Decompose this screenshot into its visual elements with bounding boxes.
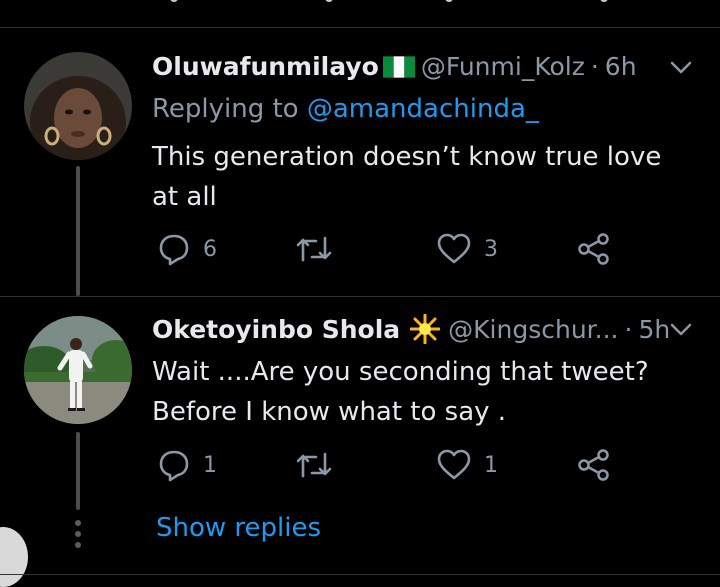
tweet-text: This generation doesn’t know true love a… (152, 142, 662, 212)
reply-button[interactable]: 1 (157, 448, 217, 482)
replying-to-label: Replying to (152, 94, 299, 124)
share-icon (578, 449, 609, 481)
retweet-icon (296, 452, 332, 478)
avatar[interactable] (24, 52, 132, 160)
like-button[interactable]: 1 (436, 448, 498, 482)
tweet-text-line: Wait ....Are you seconding that tweet? (152, 357, 649, 387)
reply-icon (159, 450, 189, 482)
floating-button-fragment[interactable] (0, 527, 28, 587)
heart-icon (437, 233, 471, 264)
reply-count: 6 (203, 236, 217, 262)
replying-to: Replying to @amandachinda_ (152, 94, 539, 124)
user-handle[interactable]: @Funmi_Kolz (421, 52, 585, 81)
reply-icon (159, 234, 189, 266)
share-icon (578, 233, 609, 265)
timestamp[interactable]: 5h (638, 315, 670, 344)
divider (0, 27, 720, 28)
sparkle-star-icon (410, 314, 441, 344)
retweet-icon (296, 236, 332, 262)
thread-line (76, 432, 80, 510)
divider (0, 296, 720, 297)
show-replies-link[interactable]: Show replies (156, 513, 321, 543)
retweet-button[interactable] (295, 232, 345, 266)
heart-icon (437, 449, 471, 480)
share-button[interactable] (576, 232, 612, 266)
divider (0, 574, 720, 575)
tweet-text: Wait ....Are you seconding that tweet? B… (152, 352, 692, 432)
nigeria-flag-icon (382, 55, 415, 78)
user-handle[interactable]: @Kingschur... (448, 315, 618, 344)
like-count: 1 (484, 452, 498, 478)
separator: · (624, 314, 633, 344)
chevron-down-icon[interactable] (670, 61, 692, 75)
reply-count: 1 (203, 452, 217, 478)
avatar[interactable] (24, 316, 132, 424)
tweet-header: Oluwafunmilayo @Funmi_Kolz · 6h (152, 52, 637, 81)
previous-tweet-actions-fragment (0, 0, 720, 6)
separator: · (590, 52, 599, 81)
like-button[interactable]: 3 (436, 232, 498, 266)
chevron-down-icon[interactable] (670, 323, 692, 337)
retweet-button[interactable] (295, 448, 345, 482)
more-replies-dots (75, 520, 81, 553)
tweet-header: Oketoyinbo Shola @Kingschur... · 5h (152, 314, 670, 344)
display-name[interactable]: Oluwafunmilayo (152, 52, 379, 81)
tweet-actions: 6 3 (152, 232, 632, 272)
timestamp[interactable]: 6h (605, 52, 637, 81)
display-name[interactable]: Oketoyinbo Shola (152, 315, 400, 344)
share-button[interactable] (576, 448, 612, 482)
tweet-actions: 1 1 (152, 448, 632, 488)
thread-line (76, 166, 80, 296)
replying-to-link[interactable]: @amandachinda_ (307, 94, 539, 124)
tweet-text-line: Before I know what to say . (152, 397, 507, 427)
like-count: 3 (484, 236, 498, 262)
reply-button[interactable]: 6 (157, 232, 217, 266)
